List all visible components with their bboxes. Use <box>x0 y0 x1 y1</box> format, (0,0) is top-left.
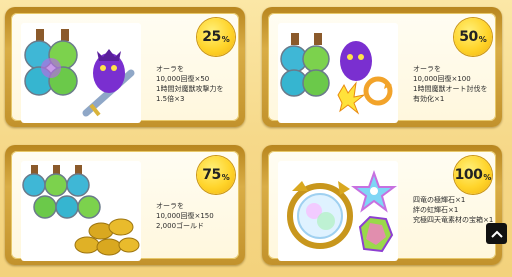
reward-card-25: 25% オーラを 10,000回復×50 1時間対魔獣攻撃力を 1.5倍×3 <box>5 7 245 127</box>
reward-line: 究極四天竜素材の宝箱×1 <box>413 216 494 224</box>
reward-description: オーラを 10,000回復×50 1時間対魔獣攻撃力を 1.5倍×3 <box>156 64 223 104</box>
reward-line: 10,000回復×150 <box>156 212 214 220</box>
reward-line: 1.5倍×3 <box>156 95 185 103</box>
reward-card-inner: 50% オーラを 10,000回復×100 1時間魔獣オート討伐を 有効化×1 <box>268 13 496 123</box>
percent-value: 25 <box>202 29 221 45</box>
golden-dragon-orb-icon <box>287 181 353 249</box>
reward-image <box>278 161 398 261</box>
reward-line: 1時間魔獣オート討伐を <box>413 85 488 93</box>
scroll-top-button[interactable] <box>486 223 507 244</box>
reward-line: オーラを <box>413 65 441 73</box>
reward-card-inner: 25% オーラを 10,000回復×50 1時間対魔獣攻撃力を 1.5倍×3 <box>11 13 239 123</box>
reward-line: 有効化×1 <box>413 95 445 103</box>
potion-bottles-icon <box>24 29 78 96</box>
percent-badge: 25% <box>197 18 235 56</box>
reward-card-inner: 75% オーラを 10,000回復×150 2,000ゴールド <box>11 151 239 261</box>
reward-line: 絆の虹輝石×1 <box>413 206 459 214</box>
gold-coins-icon <box>74 218 140 256</box>
reward-line: 10,000回復×100 <box>413 75 471 83</box>
reward-card-inner: 100% 四竜の極輝石×1 絆の虹輝石×1 究極四天竜素材の宝箱×1 <box>268 151 496 261</box>
percent-badge: 50% <box>454 18 492 56</box>
percent-value: 100 <box>454 167 483 183</box>
reward-line: 1時間対魔獣攻撃力を <box>156 85 224 93</box>
reward-line: 2,000ゴールド <box>156 222 205 230</box>
reward-line: 四竜の極輝石×1 <box>413 196 466 204</box>
purple-monster-auto-icon <box>337 41 393 115</box>
potion-bottles-icon <box>280 33 330 97</box>
percent-sign: % <box>483 172 492 182</box>
reward-image <box>278 23 398 123</box>
reward-description: オーラを 10,000回復×150 2,000ゴールド <box>156 201 214 231</box>
reward-description: オーラを 10,000回復×100 1時間魔獣オート討伐を 有効化×1 <box>413 64 487 104</box>
purple-monster-sword-icon <box>82 49 135 117</box>
percent-value: 75 <box>202 167 221 183</box>
percent-sign: % <box>221 34 230 44</box>
percent-sign: % <box>221 172 230 182</box>
rainbow-star-icon <box>351 170 397 213</box>
potion-bottles-icon <box>22 165 101 219</box>
percent-value: 50 <box>459 29 478 45</box>
reward-card-50: 50% オーラを 10,000回復×100 1時間魔獣オート討伐を 有効化×1 <box>262 7 502 127</box>
percent-badge: 75% <box>197 156 235 194</box>
percent-sign: % <box>478 34 487 44</box>
chevron-up-icon <box>490 230 503 238</box>
reward-line: 10,000回復×50 <box>156 75 210 83</box>
reward-line: オーラを <box>156 65 184 73</box>
reward-card-100: 100% 四竜の極輝石×1 絆の虹輝石×1 究極四天竜素材の宝箱×1 <box>262 145 502 265</box>
reward-card-75: 75% オーラを 10,000回復×150 2,000ゴールド <box>5 145 245 265</box>
percent-badge: 100% <box>454 156 492 194</box>
rainbow-crystal-icon <box>358 215 394 253</box>
reward-line: オーラを <box>156 202 184 210</box>
reward-description: 四竜の極輝石×1 絆の虹輝石×1 究極四天竜素材の宝箱×1 <box>413 195 493 225</box>
reward-image <box>21 161 141 261</box>
reward-image <box>21 23 141 123</box>
